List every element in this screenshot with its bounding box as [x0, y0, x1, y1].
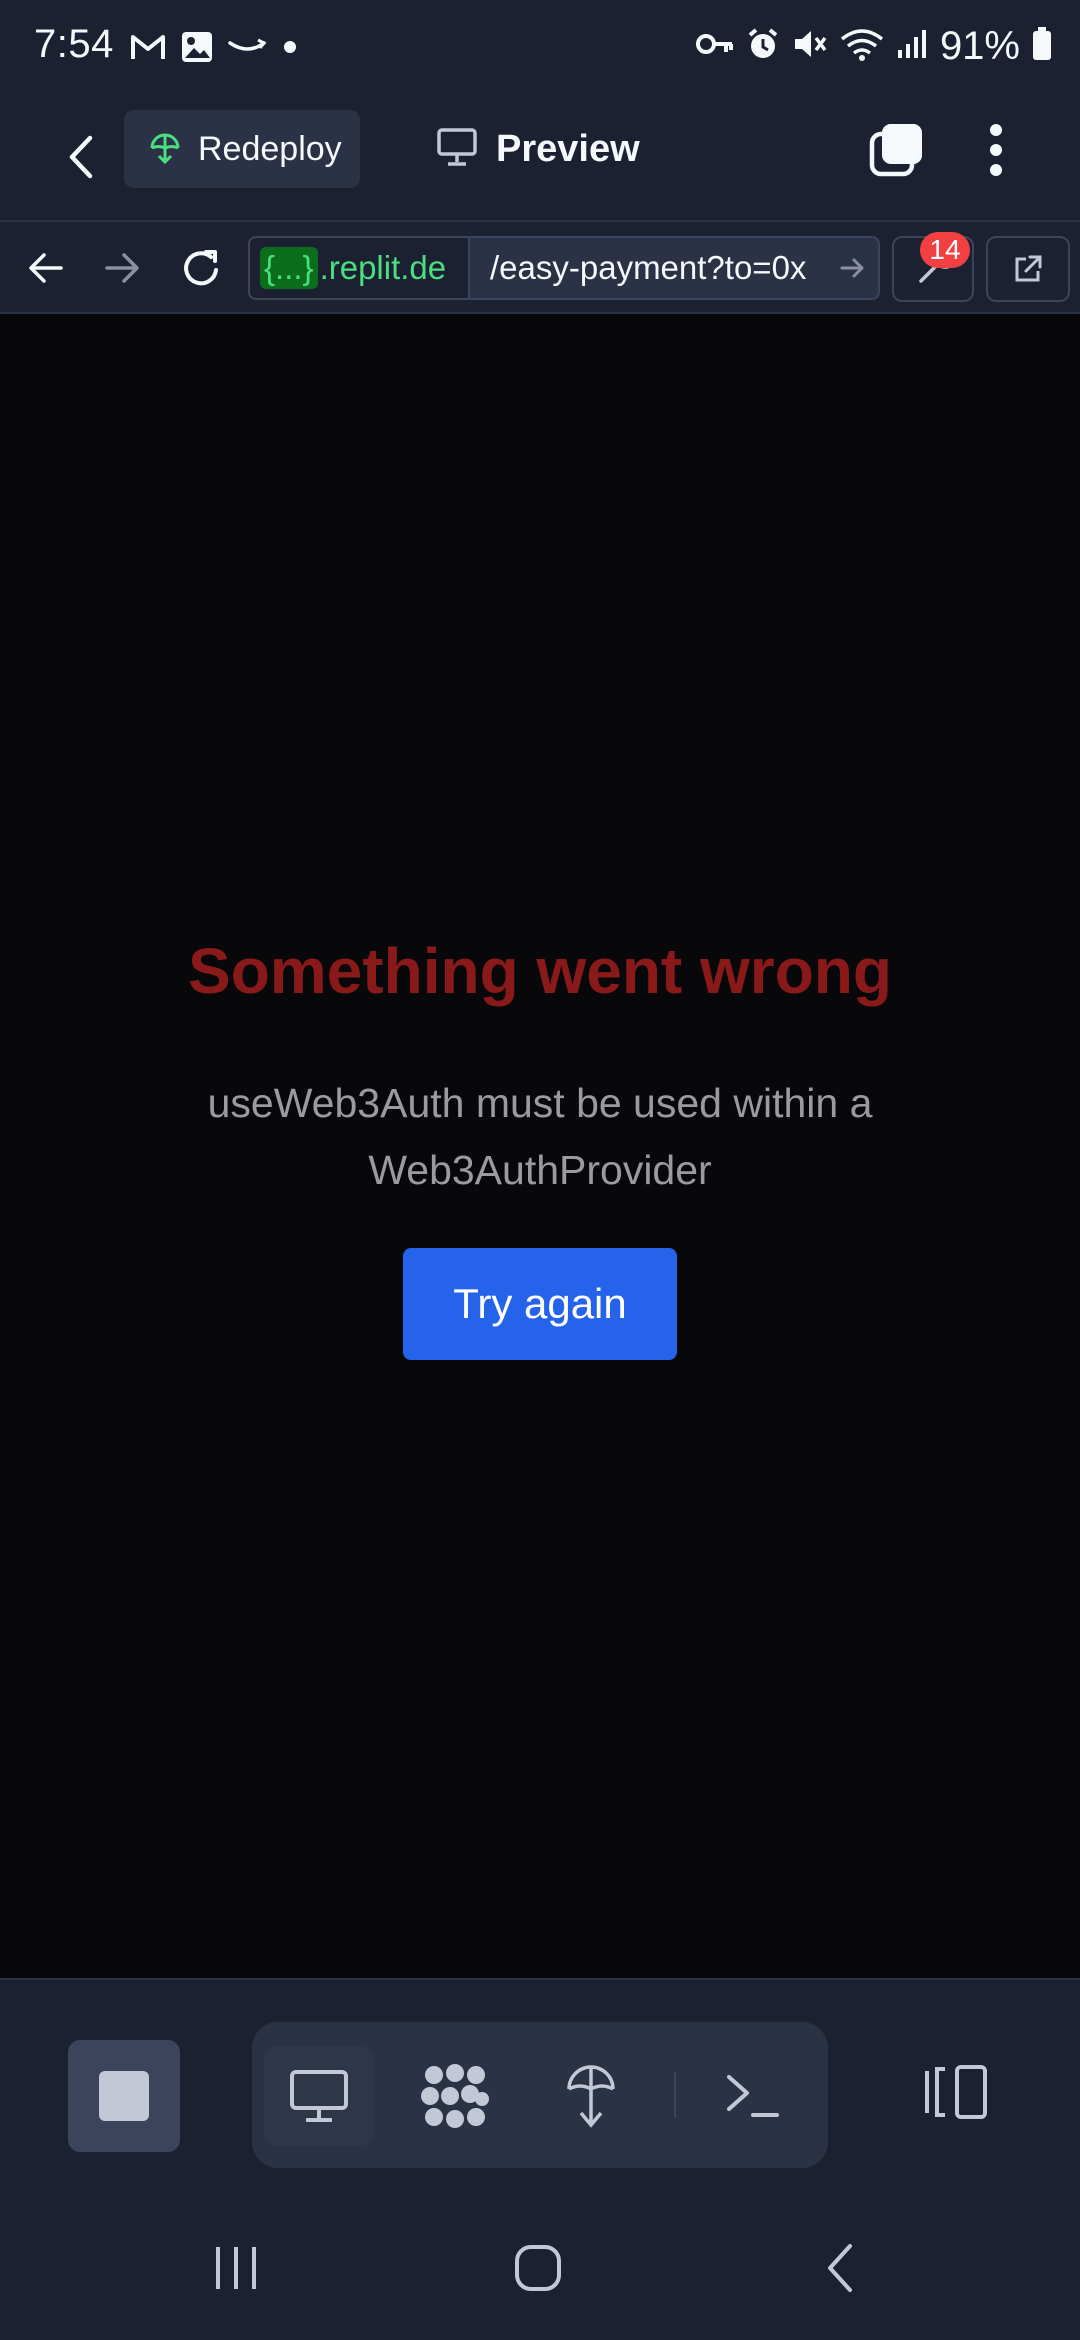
deploy-icon — [146, 130, 184, 168]
deploy-icon — [567, 2065, 615, 2128]
notification-icons — [130, 30, 298, 69]
browser-back-button[interactable] — [16, 238, 76, 298]
reload-button[interactable] — [172, 238, 232, 298]
tool-shell[interactable] — [698, 2046, 808, 2146]
split-view-icon — [925, 2065, 987, 2119]
tabs-button[interactable] — [864, 120, 930, 180]
monitor-icon — [290, 2070, 348, 2122]
open-external-button[interactable] — [986, 236, 1070, 302]
arrow-right-icon — [105, 253, 139, 283]
error-title: Something went wrong — [188, 935, 892, 1007]
redeploy-button[interactable]: Redeploy — [124, 110, 360, 188]
reload-icon — [184, 250, 218, 286]
tool-deployments[interactable] — [536, 2046, 646, 2146]
browser-bar: {...} .replit.de /easy-payment?to=0x 14 — [0, 220, 1080, 314]
preview-tab[interactable]: Preview — [436, 110, 640, 188]
status-bar: 7:54 91% — [0, 0, 1080, 100]
arrow-left-icon — [29, 253, 63, 283]
tool-group — [252, 2022, 828, 2168]
app-bar: Redeploy Preview — [0, 100, 1080, 220]
back-icon — [828, 2244, 852, 2292]
gmail-icon — [130, 33, 166, 66]
back-button[interactable] — [46, 122, 116, 192]
monitor-icon — [436, 127, 478, 172]
system-back-button[interactable] — [800, 2228, 880, 2308]
url-host: {...} .replit.de — [250, 238, 470, 298]
more-options-button[interactable] — [966, 120, 1026, 180]
home-icon — [515, 2245, 561, 2291]
vpn-key-icon — [695, 31, 734, 62]
recents-button[interactable] — [196, 2228, 276, 2308]
gallery-icon — [180, 30, 214, 69]
status-time: 7:54 — [34, 22, 114, 66]
stop-icon — [99, 2071, 149, 2121]
url-domain: .replit.de — [319, 249, 447, 286]
terminal-icon — [727, 2075, 779, 2117]
tabs-icon — [869, 124, 922, 177]
battery-icon — [1032, 27, 1052, 66]
system-nav-bar — [0, 2188, 1080, 2340]
url-go-icon[interactable] — [828, 238, 878, 298]
amazon-icon — [228, 37, 268, 62]
url-path-input[interactable]: /easy-payment?to=0x — [490, 249, 828, 287]
alarm-icon — [746, 27, 780, 66]
stop-button[interactable] — [68, 2040, 180, 2152]
tool-preview[interactable] — [264, 2046, 374, 2146]
home-button[interactable] — [498, 2228, 578, 2308]
try-again-button[interactable]: Try again — [403, 1248, 677, 1360]
preview-webview: Something went wrong useWeb3Auth must be… — [0, 314, 1080, 1978]
tool-agent[interactable] — [400, 2046, 510, 2146]
layout-toggle-button[interactable] — [916, 2042, 996, 2142]
agent-icon — [421, 2064, 489, 2128]
bottom-toolbar — [0, 1978, 1080, 2198]
signal-icon — [896, 28, 928, 65]
external-link-icon — [1015, 255, 1042, 282]
more-vertical-icon — [990, 124, 1002, 176]
chevron-left-icon — [69, 135, 93, 179]
url-host-badge: {...} — [260, 247, 318, 289]
redeploy-label: Redeploy — [198, 129, 342, 168]
devtools-count-badge: 14 — [920, 232, 970, 268]
browser-forward-button[interactable] — [92, 238, 152, 298]
mute-icon — [792, 27, 828, 66]
dot-icon — [282, 39, 298, 60]
wifi-icon — [840, 27, 884, 66]
system-icons: 91% — [695, 24, 1052, 69]
battery-percent: 91% — [939, 24, 1020, 68]
url-bar[interactable]: {...} .replit.de /easy-payment?to=0x — [248, 236, 880, 300]
error-message: useWeb3Auth must be used within a Web3Au… — [207, 1080, 873, 1193]
recents-icon — [216, 2247, 256, 2289]
tool-divider — [674, 2072, 676, 2118]
preview-label: Preview — [496, 127, 640, 170]
